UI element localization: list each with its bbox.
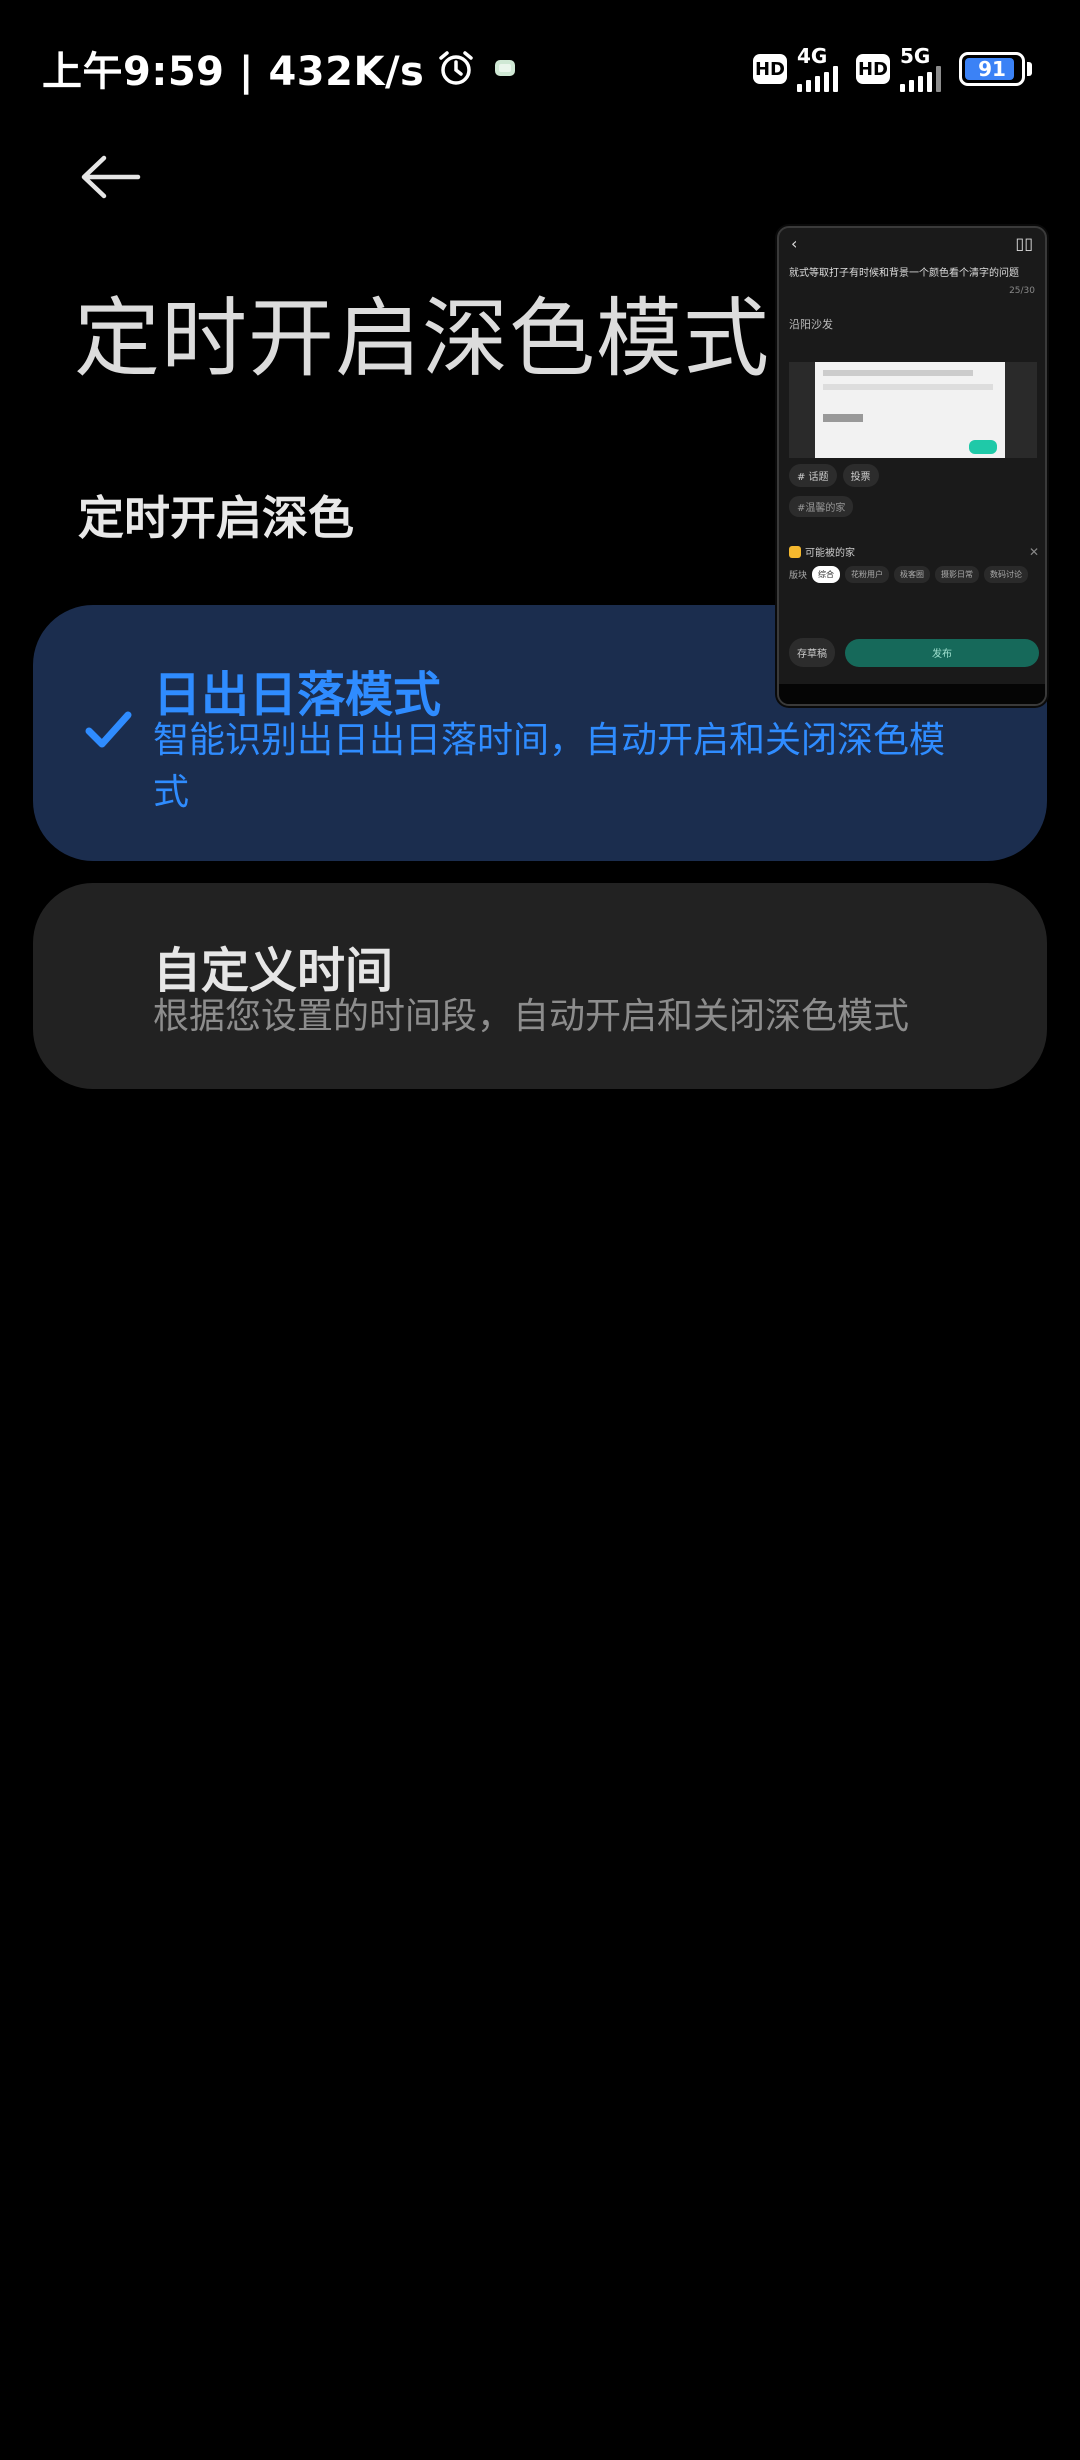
section-chip[interactable]: 数码讨论 xyxy=(984,566,1029,583)
signal-group-1: 4G xyxy=(797,46,838,92)
save-draft-button[interactable]: 存草稿 xyxy=(789,638,835,667)
floating-headline: 就式等取打子有时候和背景一个颜色看个清字的问题 xyxy=(789,268,1019,279)
floating-window[interactable]: ‹ ▯▯ 就式等取打子有时候和背景一个颜色看个清字的问题 25/30 沿阳沙发 … xyxy=(777,226,1047,706)
book-icon[interactable]: ▯▯ xyxy=(1015,234,1033,253)
network-type-label: 5G xyxy=(900,44,931,68)
hd-badge: HD xyxy=(753,54,787,84)
floating-image-preview[interactable] xyxy=(789,362,1037,458)
alarm-clock-icon xyxy=(436,48,476,88)
checkmark-icon xyxy=(85,711,132,748)
status-time: 上午9:59 | 432K/s xyxy=(42,49,425,95)
chevron-left-icon[interactable]: ‹ xyxy=(791,234,797,253)
floating-sections: 版块 综合 花粉用户 极客圈 摄影日常 数码讨论 xyxy=(789,566,1029,583)
hd-badge: HD xyxy=(856,54,890,84)
close-icon[interactable]: ✕ xyxy=(1029,545,1039,559)
back-button[interactable] xyxy=(70,145,150,209)
signal-bars-icon xyxy=(797,66,838,92)
signal-bars-icon xyxy=(900,66,941,92)
option-description: 智能识别出日出日落时间，自动开启和关闭深色模式 xyxy=(153,720,946,813)
status-left: 上午9:59 | 432K/s xyxy=(42,40,522,96)
section-chip[interactable]: 花粉用户 xyxy=(845,566,890,583)
battery-percent: 91 xyxy=(978,57,1006,81)
vote-chip[interactable]: 投票 xyxy=(842,464,879,487)
floating-tag[interactable]: #温馨的家 xyxy=(789,496,854,517)
section-chip[interactable]: 摄影日常 xyxy=(935,566,980,583)
network-type-label: 4G xyxy=(797,44,828,68)
sections-label: 版块 xyxy=(789,571,808,581)
section-chip[interactable]: 极客圈 xyxy=(894,566,931,583)
floating-char-count: 25/30 xyxy=(1009,286,1035,296)
ai-icon xyxy=(789,545,801,558)
floating-ai-row: 可能被的家 ✕ xyxy=(789,544,1039,559)
battery-cap xyxy=(1027,62,1032,76)
floating-body-text: 沿阳沙发 xyxy=(789,318,833,331)
section-title: 定时开启深色 xyxy=(78,491,354,545)
option-custom-time[interactable]: 自定义时间 根据您设置的时间段，自动开启和关闭深色模式 xyxy=(33,883,1047,1089)
floating-bottom-bar xyxy=(779,684,1045,704)
status-right: HD 4G HD 5G 91 xyxy=(753,44,1032,94)
option-description: 根据您设置的时间段，自动开启和关闭深色模式 xyxy=(153,996,910,1037)
battery-icon: 91 xyxy=(959,52,1025,86)
ai-label: 可能被的家 xyxy=(805,548,855,559)
app-notification-icon xyxy=(488,51,522,85)
topic-chip[interactable]: # 话题 xyxy=(789,464,837,487)
page-title: 定时开启深色模式 xyxy=(74,289,770,389)
section-chip[interactable]: 综合 xyxy=(812,566,841,583)
signal-group-2: 5G xyxy=(900,46,941,92)
status-bar: 上午9:59 | 432K/s HD 4G HD 5G 91 xyxy=(0,0,1080,140)
arrow-left-icon xyxy=(81,155,141,199)
floating-bottom-actions: 存草稿 发布 xyxy=(789,638,1039,667)
floating-window-topbar: ‹ ▯▯ xyxy=(779,228,1045,258)
publish-button[interactable]: 发布 xyxy=(845,638,1039,667)
floating-chips: # 话题 投票 xyxy=(789,464,879,487)
